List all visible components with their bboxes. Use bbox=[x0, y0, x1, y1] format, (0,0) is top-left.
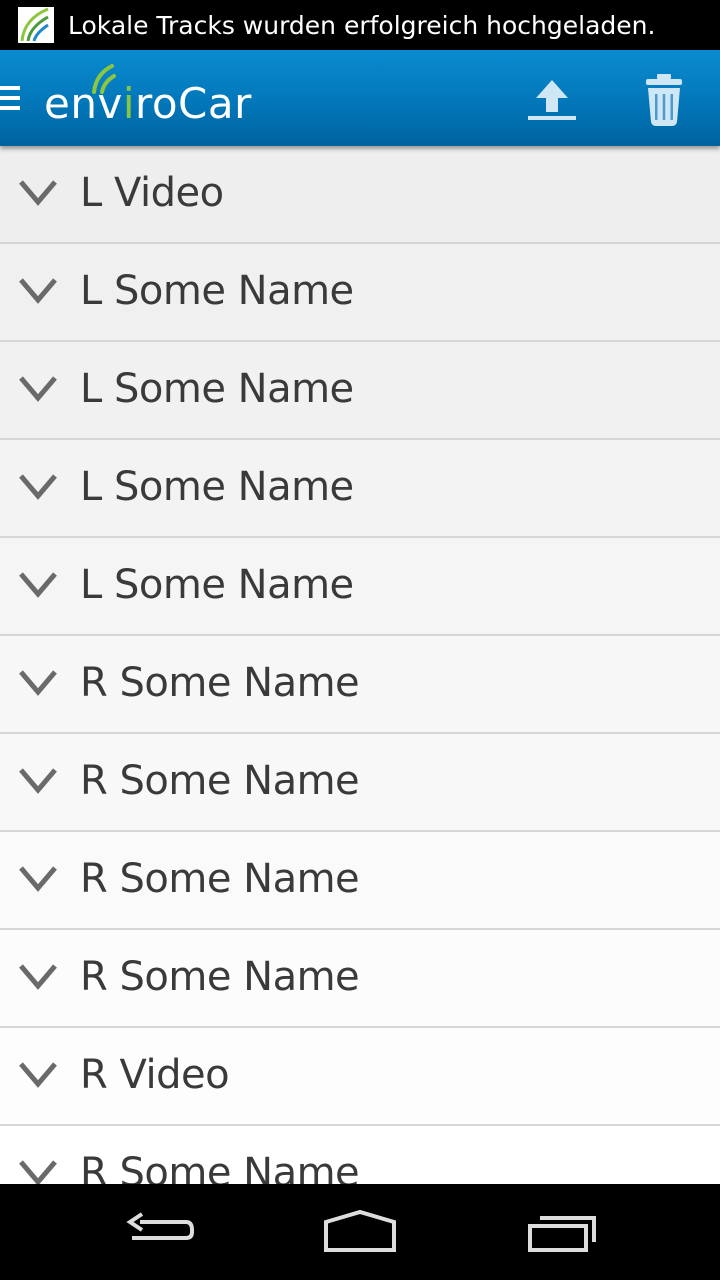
chevron-down-icon[interactable] bbox=[18, 276, 58, 306]
track-label: R Some Name bbox=[80, 1150, 360, 1184]
chevron-down-icon[interactable] bbox=[18, 472, 58, 502]
upload-button[interactable] bbox=[522, 74, 582, 126]
track-list-item[interactable]: L Some Name bbox=[0, 440, 720, 538]
track-list-item[interactable]: R Some Name bbox=[0, 1126, 720, 1184]
envirocar-notification-icon bbox=[18, 7, 54, 43]
drawer-menu-icon[interactable] bbox=[0, 86, 20, 110]
notification-text: Lokale Tracks wurden erfolgreich hochgel… bbox=[68, 10, 656, 40]
logo-text-suffix: roCar bbox=[135, 79, 252, 128]
back-button[interactable] bbox=[120, 1204, 200, 1260]
track-label: R Video bbox=[80, 1052, 230, 1098]
track-list-item[interactable]: L Some Name bbox=[0, 538, 720, 636]
chevron-down-icon[interactable] bbox=[18, 178, 58, 208]
status-bar: Lokale Tracks wurden erfolgreich hochgel… bbox=[0, 0, 720, 50]
home-button[interactable] bbox=[320, 1204, 400, 1260]
navigation-bar bbox=[0, 1184, 720, 1280]
track-list-item[interactable]: R Some Name bbox=[0, 930, 720, 1028]
delete-button[interactable] bbox=[640, 72, 688, 128]
track-label: L Some Name bbox=[80, 268, 354, 314]
track-label: R Some Name bbox=[80, 660, 360, 706]
track-list-item[interactable]: L Some Name bbox=[0, 342, 720, 440]
signal-arc-icon bbox=[92, 64, 116, 94]
chevron-down-icon[interactable] bbox=[18, 1060, 58, 1090]
track-list-item[interactable]: R Some Name bbox=[0, 734, 720, 832]
track-list[interactable]: L Video L Some Name L Some Name L Some Name… bbox=[0, 146, 720, 1184]
action-bar: enviroCar bbox=[0, 50, 720, 146]
chevron-down-icon[interactable] bbox=[18, 668, 58, 698]
chevron-down-icon[interactable] bbox=[18, 864, 58, 894]
track-label: L Video bbox=[80, 170, 224, 216]
logo-text-i: i bbox=[122, 79, 135, 128]
recents-icon bbox=[528, 1216, 596, 1252]
track-label: R Some Name bbox=[80, 954, 360, 1000]
chevron-down-icon[interactable] bbox=[18, 766, 58, 796]
upload-icon bbox=[528, 80, 576, 120]
track-label: L Some Name bbox=[80, 562, 354, 608]
back-icon bbox=[126, 1212, 194, 1240]
track-list-item[interactable]: L Video bbox=[0, 146, 720, 244]
app-logo[interactable]: enviroCar bbox=[44, 64, 252, 136]
trash-icon bbox=[646, 74, 682, 126]
track-label: L Some Name bbox=[80, 366, 354, 412]
chevron-down-icon[interactable] bbox=[18, 374, 58, 404]
chevron-down-icon[interactable] bbox=[18, 570, 58, 600]
track-label: R Some Name bbox=[80, 758, 360, 804]
track-label: R Some Name bbox=[80, 856, 360, 902]
track-list-item[interactable]: R Video bbox=[0, 1028, 720, 1126]
home-icon bbox=[324, 1209, 396, 1252]
track-list-item[interactable]: R Some Name bbox=[0, 832, 720, 930]
recents-button[interactable] bbox=[522, 1204, 602, 1260]
chevron-down-icon[interactable] bbox=[18, 962, 58, 992]
track-label: L Some Name bbox=[80, 464, 354, 510]
chevron-down-icon[interactable] bbox=[18, 1158, 58, 1184]
track-list-item[interactable]: R Some Name bbox=[0, 636, 720, 734]
track-list-item[interactable]: L Some Name bbox=[0, 244, 720, 342]
